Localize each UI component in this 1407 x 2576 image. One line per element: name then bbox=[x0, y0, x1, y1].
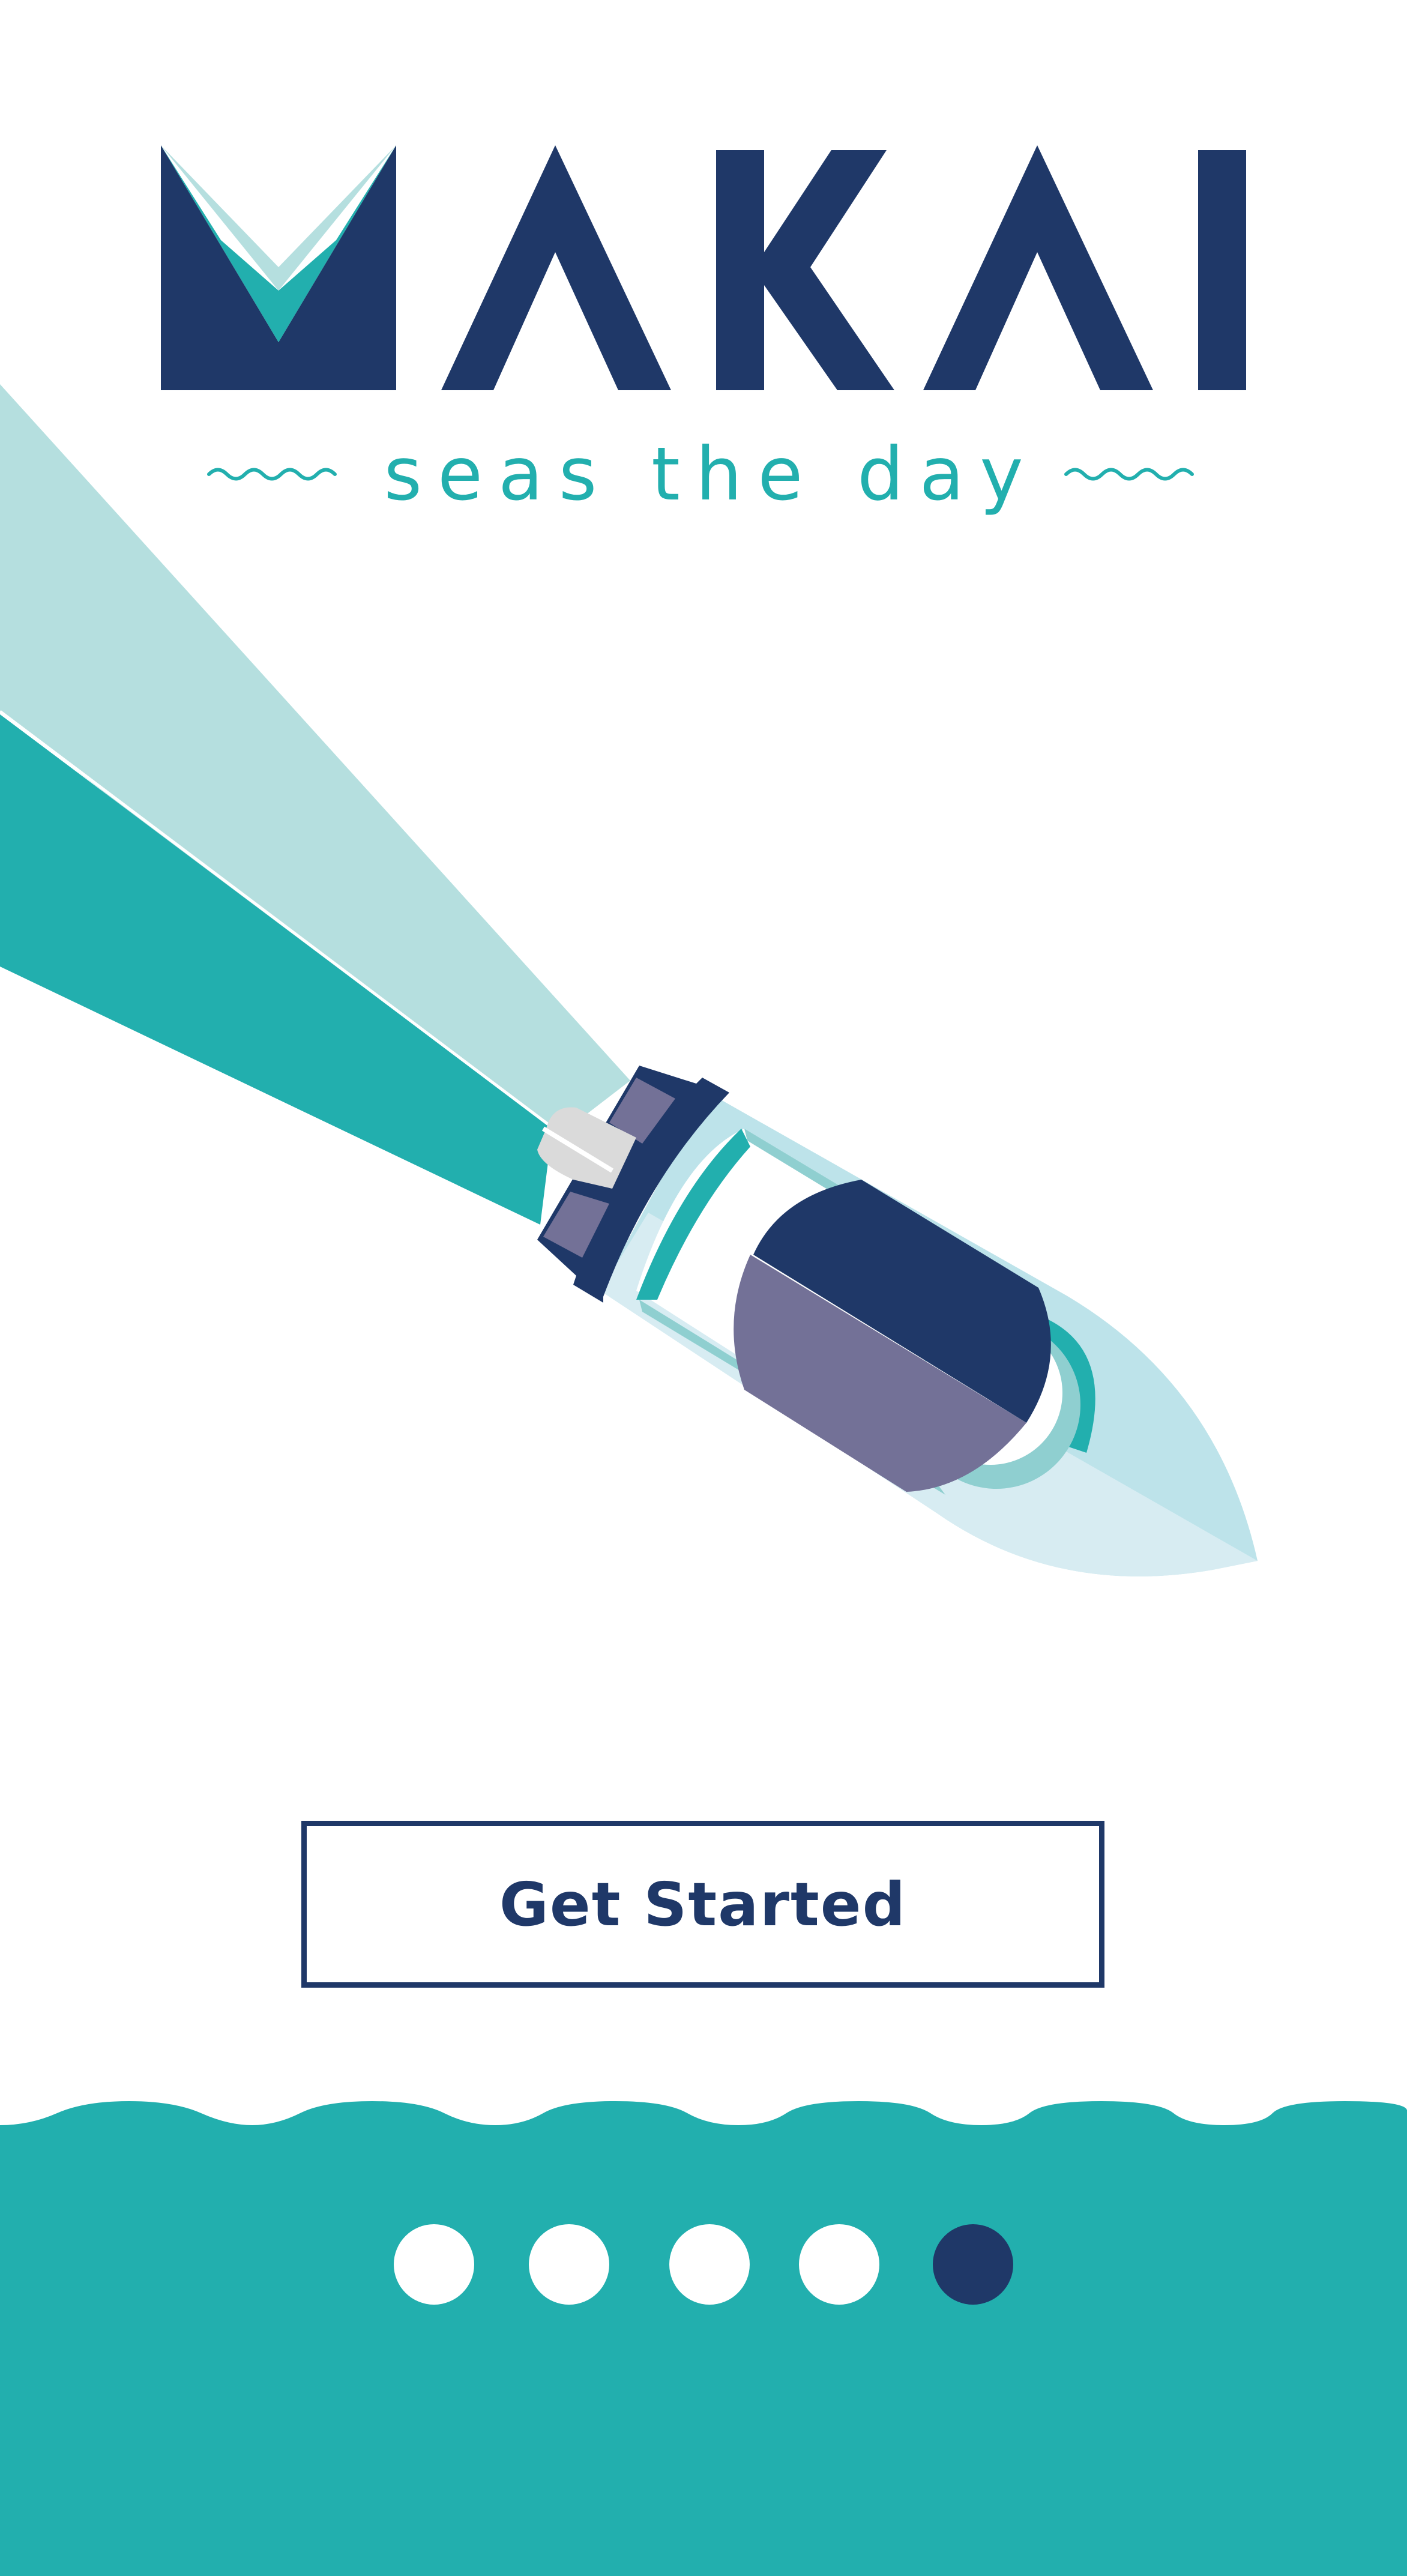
pagination-dot[interactable] bbox=[799, 2224, 879, 2305]
logo-letter-m bbox=[161, 145, 396, 390]
wave-squiggle-icon bbox=[207, 468, 337, 481]
pagination-dot[interactable] bbox=[394, 2224, 474, 2305]
sea-waves bbox=[0, 2101, 1407, 2576]
boat-icon bbox=[537, 1066, 1258, 1576]
pagination-dot-active[interactable] bbox=[933, 2224, 1013, 2305]
get-started-label: Get Started bbox=[499, 1869, 907, 1940]
logo-letter-i bbox=[1198, 150, 1246, 390]
makai-logo bbox=[161, 145, 1246, 390]
tagline: seas the day bbox=[384, 432, 1039, 517]
pagination-dot[interactable] bbox=[669, 2224, 750, 2305]
tagline-row: seas the day bbox=[0, 420, 1407, 528]
wave-squiggle-icon bbox=[1064, 468, 1194, 481]
logo-letter-a1 bbox=[441, 145, 671, 390]
logo-letter-k bbox=[716, 150, 894, 390]
get-started-button[interactable]: Get Started bbox=[301, 1821, 1104, 1988]
pagination-dots bbox=[0, 2224, 1407, 2305]
pagination-dot[interactable] bbox=[529, 2224, 609, 2305]
logo-letter-a2 bbox=[923, 145, 1153, 390]
